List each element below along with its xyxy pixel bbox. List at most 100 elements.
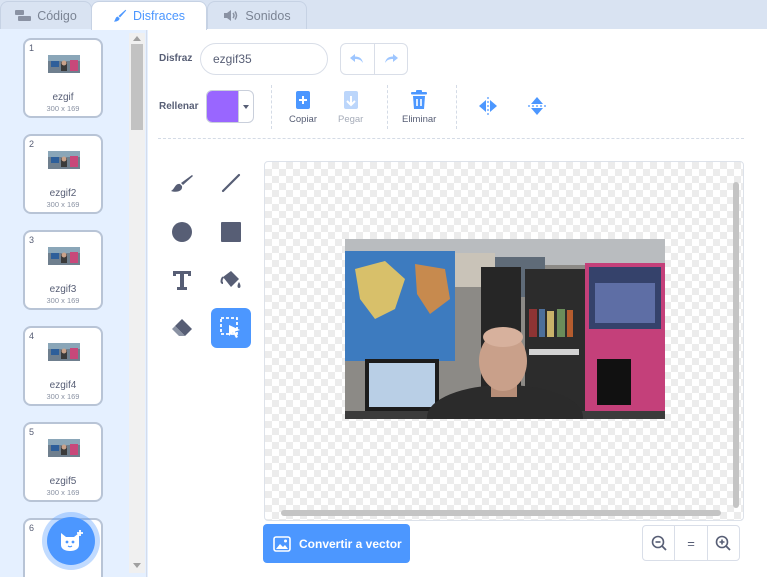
copy-label: Copiar (289, 114, 317, 125)
zoom-in-button[interactable] (706, 526, 739, 560)
undo-icon (350, 54, 364, 63)
flip-vertical-button[interactable] (517, 86, 557, 126)
paint-editor: Disfraz Rellenar Copiar Pegar Eliminar (148, 29, 767, 577)
line-icon (221, 173, 241, 193)
costume-card-5[interactable]: 5 ezgif5 300 x 169 (23, 422, 103, 502)
costume-number: 2 (29, 139, 35, 149)
costume-card-2[interactable]: 2 ezgif2 300 x 169 (23, 134, 103, 214)
tab-costumes-label: Disfraces (132, 9, 186, 23)
undo-button[interactable] (341, 44, 374, 74)
zoom-controls: = (642, 525, 740, 561)
costume-sidebar: 1 ezgif 300 x 169 2 ezgif2 300 x 169 3 e… (0, 29, 147, 577)
rectangle-tool-button[interactable] (211, 212, 251, 252)
circle-icon (172, 222, 192, 242)
costume-card-3[interactable]: 3 ezgif3 300 x 169 (23, 230, 103, 310)
toolbar-divider (456, 85, 457, 129)
costume-list-scroll-thumb[interactable] (131, 44, 143, 130)
paintbrush-icon (113, 9, 127, 23)
toolbar-bottom-divider (158, 138, 744, 139)
costume-thumbnail (48, 247, 80, 265)
scroll-up-arrow-icon[interactable] (133, 36, 141, 41)
paste-icon (343, 91, 358, 109)
flip-horizontal-icon (479, 97, 497, 115)
costume-name: ezgif3 (49, 284, 77, 295)
dropdown-caret-icon (238, 91, 253, 122)
zoom-out-icon (651, 535, 667, 551)
eraser-icon (172, 319, 192, 336)
costume-size: 300 x 169 (46, 200, 80, 209)
tab-sounds-label: Sonidos (245, 8, 291, 23)
costume-number: 4 (29, 331, 35, 341)
tab-bar: Código Disfraces Sonidos (0, 0, 767, 30)
fill-color-swatch (207, 91, 238, 122)
canvas-horizontal-scrollbar[interactable] (281, 510, 721, 516)
zoom-out-button[interactable] (643, 526, 674, 560)
tab-code-label: Código (37, 8, 77, 23)
fill-color-picker[interactable] (206, 90, 254, 123)
redo-icon (384, 54, 398, 63)
text-icon (173, 271, 191, 290)
paste-label: Pegar (338, 114, 364, 125)
redo-button[interactable] (373, 44, 407, 74)
trash-icon (411, 90, 428, 109)
eraser-tool-button[interactable] (162, 308, 202, 348)
costume-name: ezgif5 (49, 476, 77, 487)
costume-card-1[interactable]: 1 ezgif 300 x 169 (23, 38, 103, 118)
select-tool-button[interactable] (211, 308, 251, 348)
convert-to-vector-label: Convertir a vector (299, 536, 402, 551)
paste-button[interactable]: Pegar (338, 89, 363, 125)
text-tool-button[interactable] (162, 260, 202, 300)
costume-card-4[interactable]: 4 ezgif4 300 x 169 (23, 326, 103, 406)
costume-number: 3 (29, 235, 35, 245)
toolbar-divider (271, 85, 272, 129)
costume-number: 6 (29, 523, 35, 533)
brush-icon (171, 175, 193, 192)
image-icon (273, 535, 291, 552)
costume-size: 300 x 169 (46, 488, 80, 497)
costume-number: 5 (29, 427, 35, 437)
tab-sounds[interactable]: Sonidos (207, 1, 307, 29)
paint-bucket-icon (220, 271, 241, 288)
fill-tool-button[interactable] (211, 260, 251, 300)
flip-vertical-icon (528, 97, 546, 115)
select-icon (220, 317, 240, 338)
costume-name-input[interactable] (200, 43, 328, 75)
flip-horizontal-button[interactable] (468, 86, 508, 126)
drawing-canvas[interactable] (264, 161, 744, 521)
toolbar-divider (387, 85, 388, 129)
costume-list: 1 ezgif 300 x 169 2 ezgif2 300 x 169 3 e… (0, 29, 128, 577)
delete-button[interactable]: Eliminar (402, 89, 436, 125)
tab-costumes[interactable]: Disfraces (91, 1, 207, 30)
circle-tool-button[interactable] (162, 212, 202, 252)
rectangle-icon (221, 222, 241, 242)
costume-size: 300 x 169 (46, 104, 80, 113)
canvas-vertical-scrollbar[interactable] (733, 182, 739, 508)
costume-number: 1 (29, 43, 35, 53)
costume-size: 300 x 169 (46, 296, 80, 305)
convert-to-vector-button[interactable]: Convertir a vector (263, 524, 410, 563)
copy-icon (296, 91, 310, 109)
cat-face-add-icon (61, 530, 83, 551)
brush-tool-button[interactable] (162, 163, 202, 203)
costume-name-label: Disfraz (159, 53, 193, 64)
choose-costume-button[interactable] (47, 517, 95, 565)
costume-bitmap-image (345, 239, 665, 419)
undo-redo-group (340, 43, 408, 75)
copy-button[interactable]: Copiar (289, 89, 317, 125)
zoom-reset-button[interactable]: = (674, 526, 706, 560)
code-blocks-icon (15, 9, 32, 22)
costume-name: ezgif4 (49, 380, 77, 391)
scroll-down-arrow-icon[interactable] (133, 563, 141, 568)
line-tool-button[interactable] (211, 163, 251, 203)
costume-name: ezgif2 (49, 188, 77, 199)
speaker-icon (223, 9, 239, 22)
tab-code[interactable]: Código (0, 1, 92, 29)
delete-label: Eliminar (402, 114, 437, 125)
costume-thumbnail (48, 55, 80, 73)
costume-thumbnail (48, 343, 80, 361)
fill-label: Rellenar (159, 101, 199, 112)
zoom-reset-label: = (687, 535, 695, 551)
costume-name: ezgif (52, 92, 74, 103)
zoom-in-icon (716, 535, 731, 551)
costume-thumbnail (48, 439, 80, 457)
